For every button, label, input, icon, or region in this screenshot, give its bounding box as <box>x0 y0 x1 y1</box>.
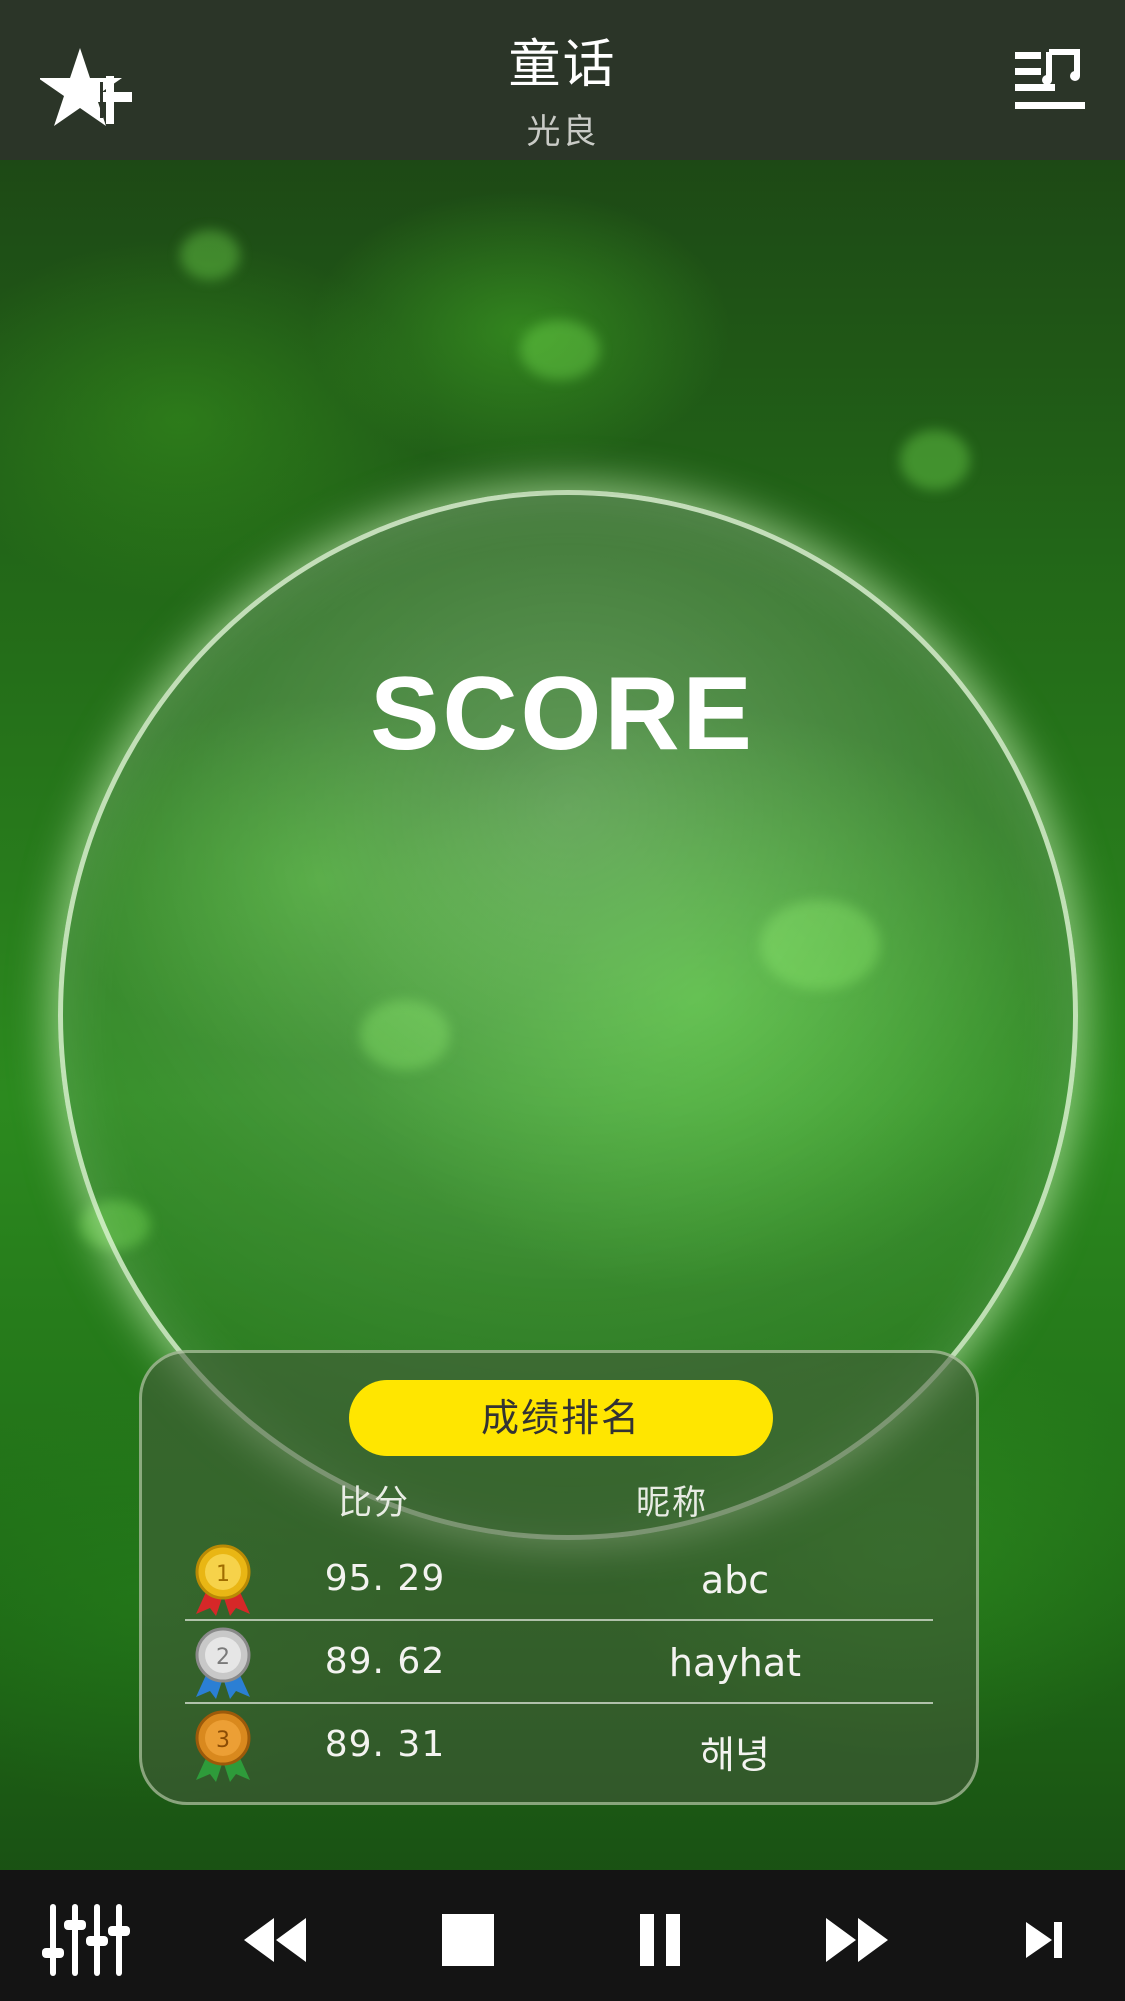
playback-controls <box>0 1870 1125 2001</box>
row-nickname: 해녕 <box>700 1733 770 1777</box>
svg-text:1: 1 <box>216 1562 230 1587</box>
ranking-row: 1 95. 29 abc <box>185 1540 933 1622</box>
bronze-medal-icon: 3 <box>195 1710 251 1782</box>
ranking-row: 3 89. 31 해녕 <box>185 1706 933 1788</box>
svg-text:3: 3 <box>216 1728 230 1753</box>
score-label: SCORE <box>370 656 755 772</box>
row-score: 89. 62 <box>324 1641 446 1682</box>
playlist-icon <box>1015 49 1085 109</box>
equalizer-icon <box>42 1904 130 1976</box>
rewind-button[interactable] <box>240 1900 310 1980</box>
row-score: 89. 31 <box>324 1724 446 1765</box>
pause-button[interactable] <box>638 1900 684 1980</box>
playlist-button[interactable] <box>985 40 1085 130</box>
fast-forward-icon <box>826 1918 888 1962</box>
pause-icon <box>640 1914 680 1966</box>
rewind-icon <box>244 1918 306 1962</box>
background-speck <box>180 230 240 280</box>
silver-medal-icon: 2 <box>195 1627 251 1699</box>
skip-next-icon <box>1026 1922 1062 1958</box>
ranking-row: 2 89. 62 hayhat <box>185 1623 933 1705</box>
artist-name: 光良 <box>526 112 599 152</box>
equalizer-button[interactable] <box>40 1900 130 1980</box>
skip-next-button[interactable] <box>1022 1900 1068 1980</box>
header-bar: 童话 光良 <box>0 0 1125 160</box>
fast-forward-button[interactable] <box>822 1900 892 1980</box>
gold-medal-icon: 1 <box>195 1544 251 1616</box>
row-nickname: hayhat <box>668 1641 802 1685</box>
row-nickname: abc <box>700 1558 770 1602</box>
column-header-score: 比分 <box>338 1483 410 1523</box>
row-divider <box>185 1702 933 1704</box>
row-score: 95. 29 <box>324 1558 446 1599</box>
background-speck <box>900 430 970 490</box>
stop-icon <box>442 1914 494 1966</box>
ranking-badge[interactable]: 成绩排名 <box>349 1380 773 1456</box>
stop-button[interactable] <box>440 1900 496 1980</box>
column-header-nickname: 昵称 <box>636 1483 708 1523</box>
background-speck <box>520 320 600 380</box>
row-divider <box>185 1619 933 1621</box>
song-title: 童话 <box>508 35 617 95</box>
svg-text:2: 2 <box>216 1645 230 1670</box>
